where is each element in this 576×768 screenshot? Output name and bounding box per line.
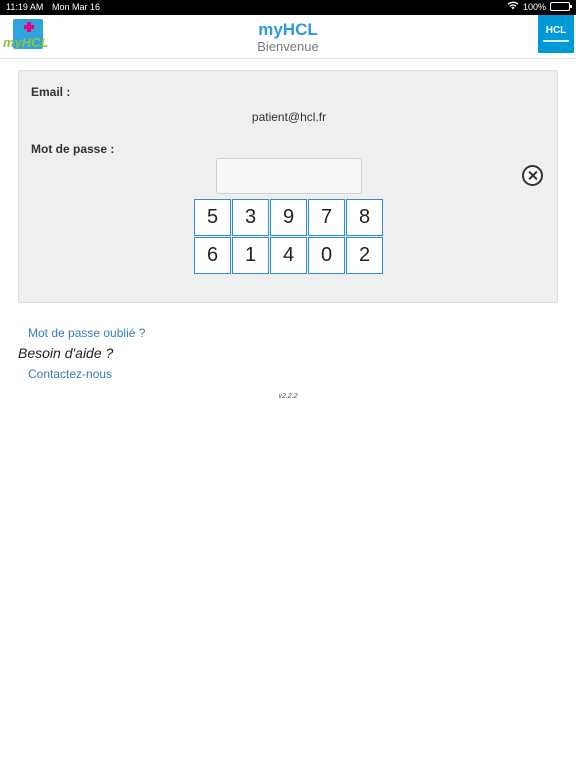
- status-time: 11:19 AM: [6, 2, 44, 12]
- clear-password-icon[interactable]: [522, 165, 543, 186]
- status-bar: 11:19 AM Mon Mar 16 100%: [0, 0, 576, 15]
- battery-icon: [550, 2, 572, 11]
- page-subtitle: Bienvenue: [257, 39, 319, 54]
- keypad-key[interactable]: 2: [346, 237, 383, 274]
- keypad-key[interactable]: 7: [308, 199, 345, 236]
- keypad-key[interactable]: 6: [194, 237, 231, 274]
- keypad-key[interactable]: 5: [194, 199, 231, 236]
- battery-percent: 100%: [522, 1, 546, 12]
- email-value: patient@hcl.fr: [251, 110, 327, 124]
- email-label: Email :: [31, 85, 71, 99]
- login-panel: Email : patient@hcl.fr Mot de passe : 5 …: [18, 70, 558, 303]
- keypad-key[interactable]: 0: [308, 237, 345, 274]
- numeric-keypad: 5 3 9 7 8 6 1 4 0 2: [194, 199, 384, 275]
- password-input[interactable]: [216, 158, 362, 194]
- keypad-key[interactable]: 3: [232, 199, 269, 236]
- keypad-key[interactable]: 9: [270, 199, 307, 236]
- app-header: myHCL myHCL Bienvenue HCL: [0, 15, 576, 59]
- password-label: Mot de passe :: [31, 142, 115, 156]
- keypad-key[interactable]: 1: [232, 237, 269, 274]
- contact-link[interactable]: Contactez-nous: [28, 367, 112, 381]
- forgot-password-link[interactable]: Mot de passe oublié ?: [28, 326, 145, 340]
- keypad-key[interactable]: 4: [270, 237, 307, 274]
- help-heading: Besoin d'aide ?: [18, 345, 114, 361]
- page-title: myHCL: [258, 20, 318, 39]
- wifi-icon: [507, 1, 519, 12]
- status-right: 100%: [507, 1, 572, 12]
- keypad-key[interactable]: 8: [346, 199, 383, 236]
- status-date: Mon Mar 16: [52, 2, 101, 12]
- hcl-logo: HCL: [538, 15, 574, 53]
- app-version: v2.2.2: [278, 393, 298, 400]
